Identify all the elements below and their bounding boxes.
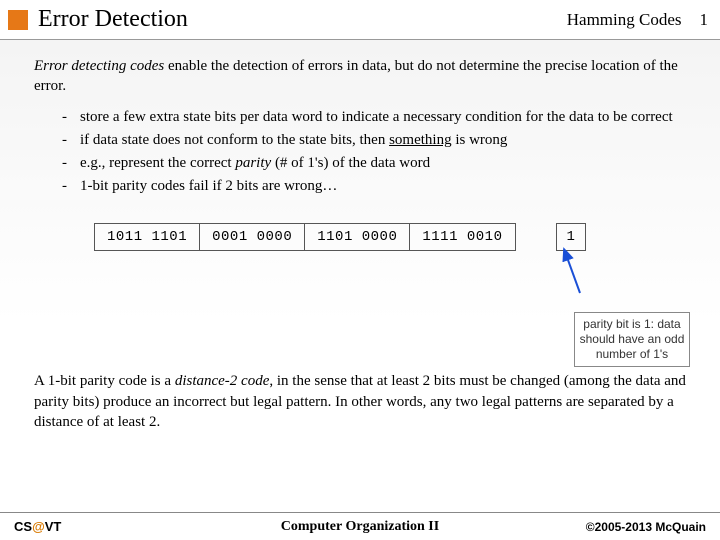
intro-lead: Error detecting codes bbox=[34, 58, 164, 74]
slide-content: Error detecting codes enable the detecti… bbox=[0, 40, 720, 510]
bullet-dash: - bbox=[62, 130, 80, 150]
topic-label: Hamming Codes bbox=[567, 10, 682, 30]
intro-paragraph: Error detecting codes enable the detecti… bbox=[34, 56, 686, 97]
arrow-icon bbox=[528, 245, 588, 295]
data-cell: 1101 0000 bbox=[305, 224, 410, 251]
bullet-text: 1-bit parity codes fail if 2 bits are wr… bbox=[80, 176, 686, 196]
bullet-text: if data state does not conform to the st… bbox=[80, 130, 686, 150]
footer-course: Computer Organization II bbox=[0, 519, 720, 535]
data-cell: 1011 1101 bbox=[95, 224, 200, 251]
data-cell: 0001 0000 bbox=[200, 224, 305, 251]
brand-square-icon bbox=[8, 10, 28, 30]
bullet-dash: - bbox=[62, 153, 80, 173]
data-word-table: 1011 11010001 00001101 00001111 0010 bbox=[94, 223, 516, 252]
slide-header: Error Detection Hamming Codes 1 bbox=[0, 0, 720, 40]
para2-b: distance-2 code bbox=[175, 373, 270, 389]
slide-footer: CS@VT Computer Organization II ©2005-201… bbox=[0, 512, 720, 540]
bullet-text: e.g., represent the correct parity (# of… bbox=[80, 153, 686, 173]
bullet-item: -if data state does not conform to the s… bbox=[62, 130, 686, 150]
bullet-list: -store a few extra state bits per data w… bbox=[62, 107, 686, 197]
data-row: 1011 11010001 00001101 00001111 0010 1 bbox=[94, 223, 686, 252]
bullet-item: -store a few extra state bits per data w… bbox=[62, 107, 686, 127]
bullet-item: -e.g., represent the correct parity (# o… bbox=[62, 153, 686, 173]
page-number: 1 bbox=[700, 10, 709, 30]
parity-callout: parity bit is 1: data should have an odd… bbox=[574, 312, 690, 367]
bullet-text: store a few extra state bits per data wo… bbox=[80, 107, 686, 127]
bullet-item: -1-bit parity codes fail if 2 bits are w… bbox=[62, 176, 686, 196]
slide-title: Error Detection bbox=[38, 6, 567, 33]
bullet-dash: - bbox=[62, 107, 80, 127]
parity-wrap: 1 bbox=[556, 223, 586, 252]
data-cell: 1111 0010 bbox=[410, 224, 514, 251]
para2-a: A 1-bit parity code is a bbox=[34, 373, 175, 389]
bullet-dash: - bbox=[62, 176, 80, 196]
distance-paragraph: A 1-bit parity code is a distance-2 code… bbox=[34, 371, 686, 432]
